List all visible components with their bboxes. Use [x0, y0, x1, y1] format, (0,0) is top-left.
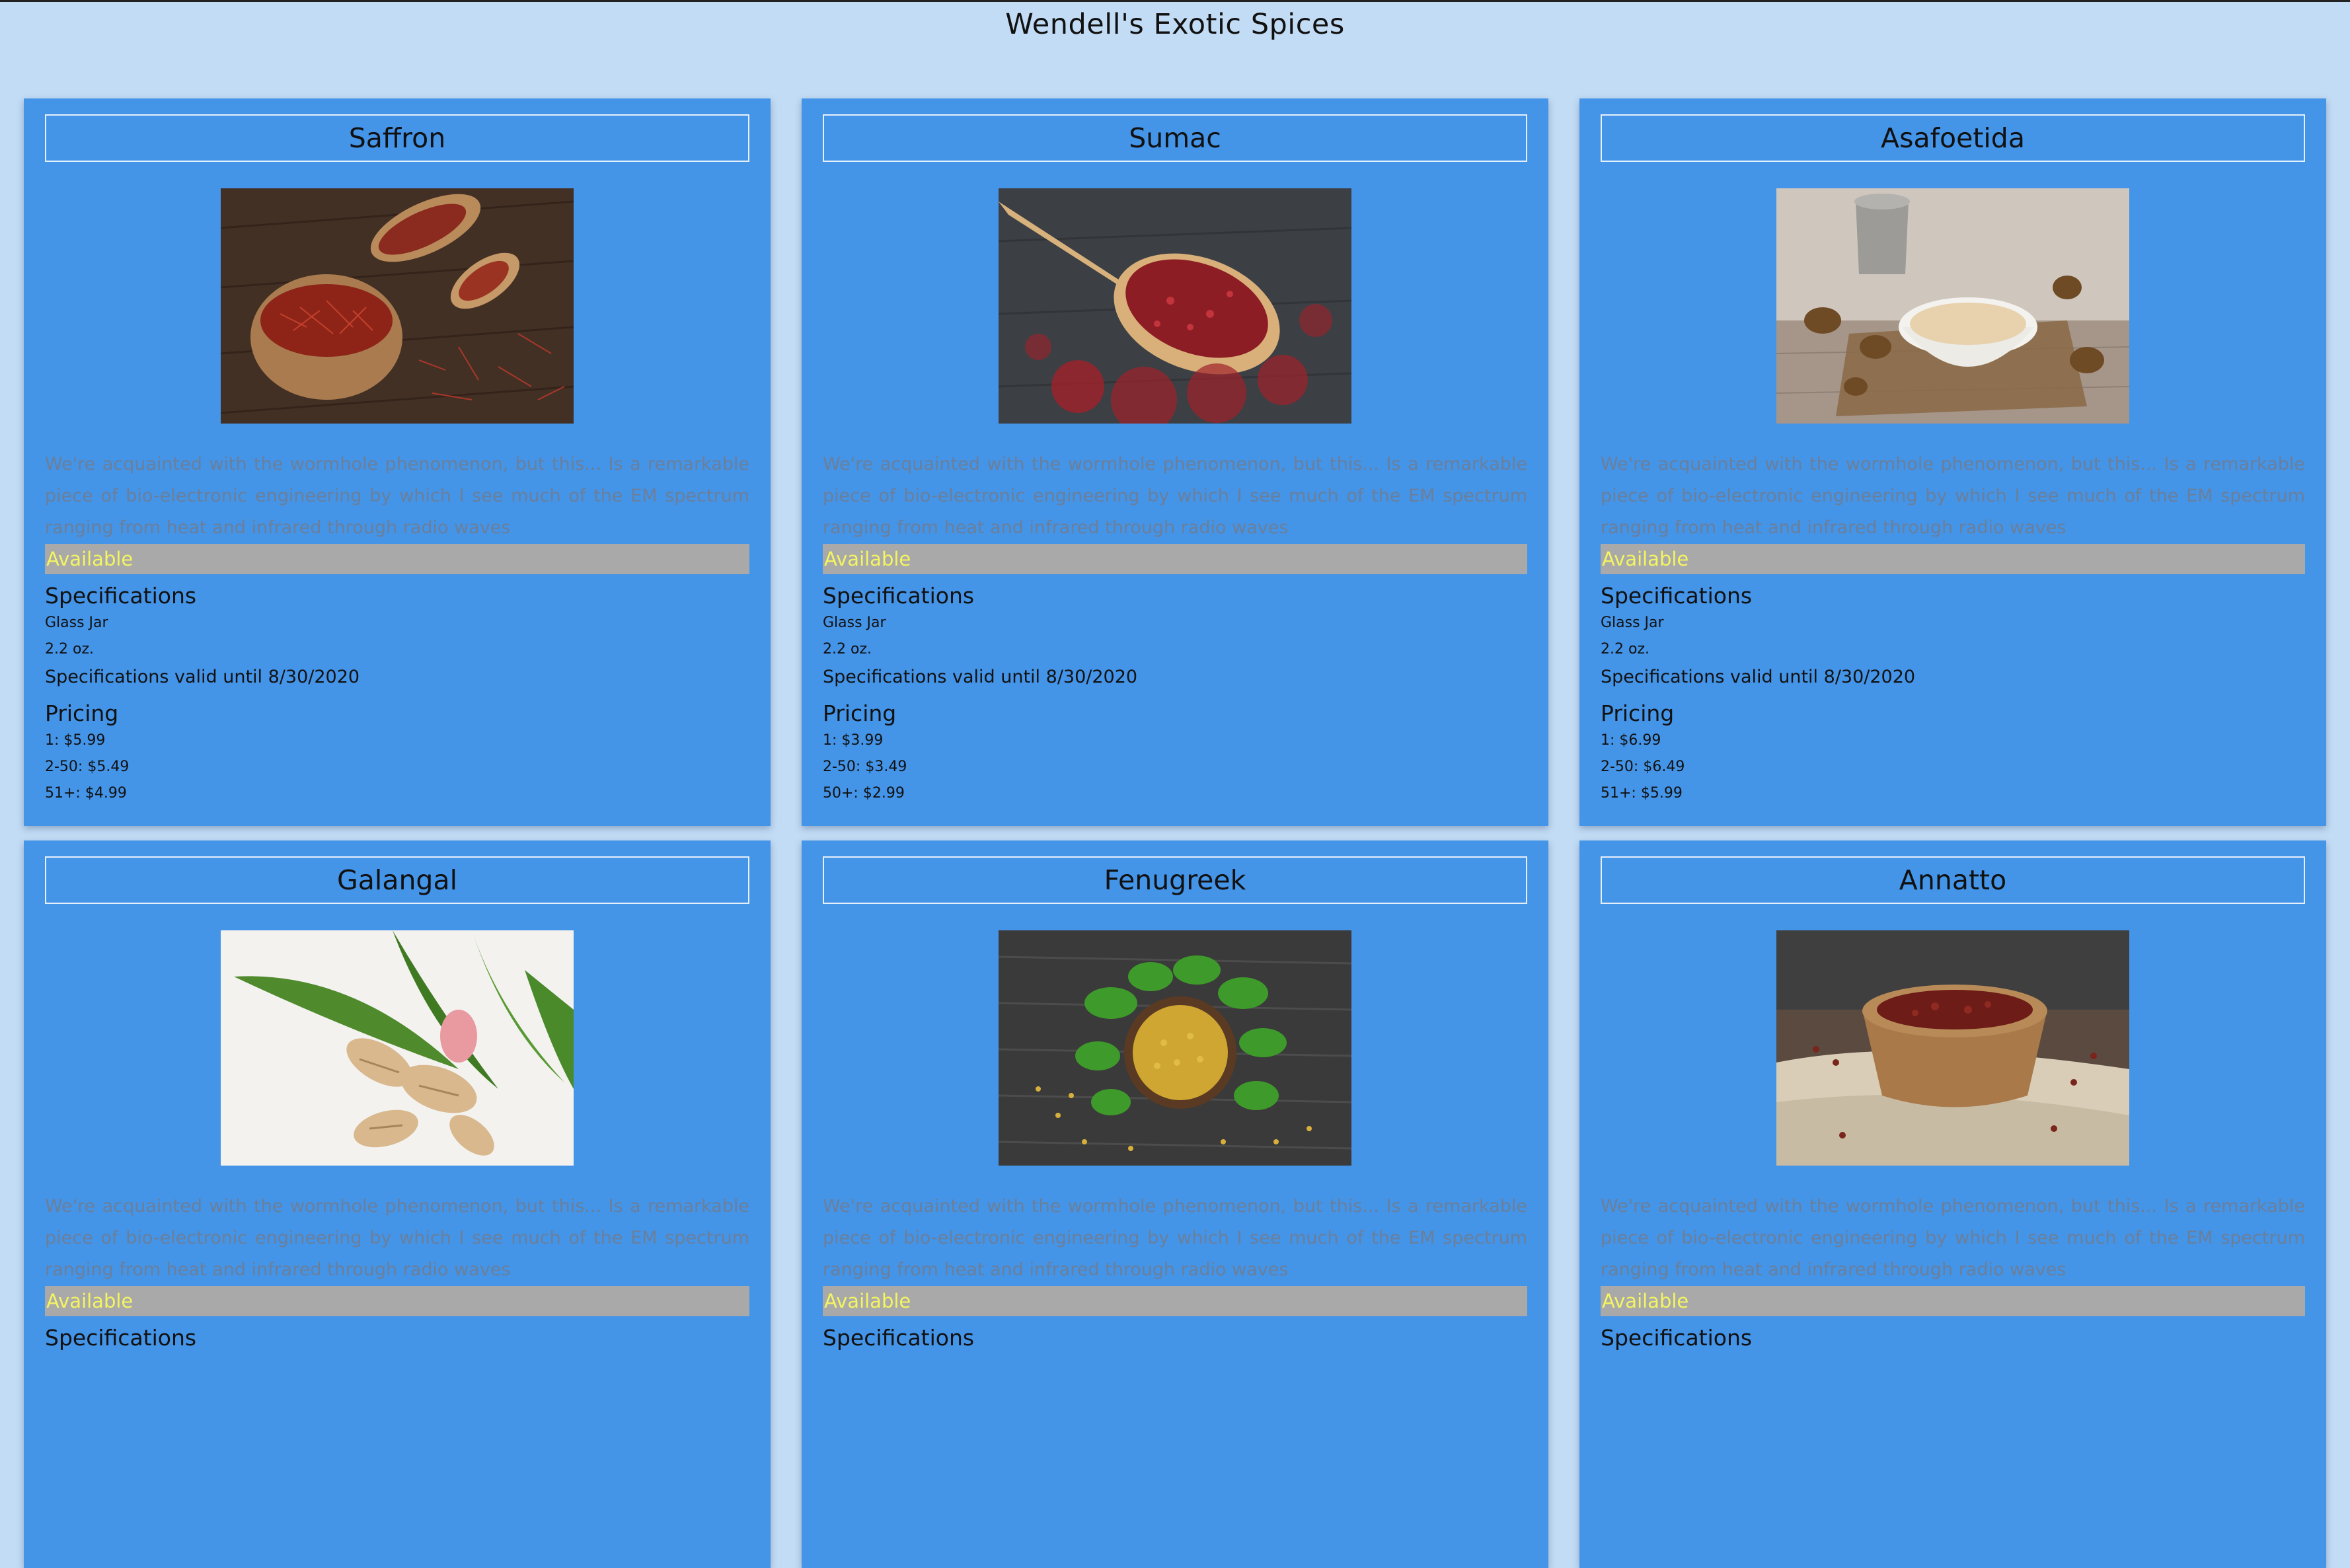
product-card-annatto: Annatto We're acquainted with the wormho… [1579, 840, 2326, 1568]
price-tier-2: 2-50: $3.49 [823, 759, 907, 775]
specifications-heading: Specifications [1601, 1325, 1753, 1351]
spec-valid-until: Specifications valid until 8/30/2020 [823, 667, 1138, 687]
availability-badge: Available [1601, 1286, 2305, 1316]
spec-size: 2.2 oz. [1601, 641, 1649, 657]
price-tier-2: 2-50: $6.49 [1601, 759, 1685, 775]
product-name: Sumac [823, 114, 1527, 162]
product-description: We're acquainted with the wormhole pheno… [823, 454, 1527, 538]
price-tier-1: 1: $3.99 [823, 732, 884, 749]
product-card-asafoetida: Asafoetida We're acquainted with the wor [1579, 98, 2326, 826]
product-description: We're acquainted with the wormhole pheno… [823, 1196, 1527, 1280]
product-card-sumac: Sumac We're acquainted with the wormhole… [802, 98, 1548, 826]
price-tier-3: 51+: $4.99 [45, 785, 127, 802]
specifications-heading: Specifications [1601, 583, 1753, 609]
asafoetida-photo [1776, 188, 2129, 424]
spec-container: Glass Jar [1601, 615, 1664, 631]
spec-container: Glass Jar [823, 615, 886, 631]
site-title: Wendell's Exotic Spices [1005, 8, 1345, 41]
availability-badge: Available [823, 544, 1527, 574]
price-tier-3: 50+: $2.99 [823, 785, 905, 802]
spec-container: Glass Jar [45, 615, 108, 631]
fenugreek-photo [999, 930, 1351, 1166]
price-tier-1: 1: $5.99 [45, 732, 106, 749]
availability-badge: Available [45, 1286, 749, 1316]
spec-size: 2.2 oz. [45, 641, 94, 657]
product-name: Saffron [45, 114, 749, 162]
price-tier-2: 2-50: $5.49 [45, 759, 130, 775]
sumac-photo [999, 188, 1351, 424]
product-grid: Saffron We're acquainted with the wormho… [24, 98, 2326, 1568]
availability-badge: Available [823, 1286, 1527, 1316]
product-description: We're acquainted with the wormhole pheno… [45, 454, 749, 538]
product-name: Asafoetida [1601, 114, 2305, 162]
saffron-photo [221, 188, 574, 424]
product-card-saffron: Saffron We're acquainted with the wormho… [24, 98, 771, 826]
spec-valid-until: Specifications valid until 8/30/2020 [1601, 667, 1916, 687]
galangal-photo [221, 930, 574, 1166]
product-name: Annatto [1601, 856, 2305, 904]
product-description: We're acquainted with the wormhole pheno… [45, 1196, 749, 1280]
specifications-heading: Specifications [45, 1325, 197, 1351]
product-description: We're acquainted with the wormhole pheno… [1601, 454, 2305, 538]
price-tier-3: 51+: $5.99 [1601, 785, 1683, 802]
specifications-heading: Specifications [823, 1325, 975, 1351]
price-tier-1: 1: $6.99 [1601, 732, 1661, 749]
product-name: Galangal [45, 856, 749, 904]
specifications-heading: Specifications [823, 583, 975, 609]
product-name: Fenugreek [823, 856, 1527, 904]
availability-badge: Available [45, 544, 749, 574]
spec-size: 2.2 oz. [823, 641, 872, 657]
product-description: We're acquainted with the wormhole pheno… [1601, 1196, 2305, 1280]
specifications-heading: Specifications [45, 583, 197, 609]
availability-badge: Available [1601, 544, 2305, 574]
product-card-galangal: Galangal We're acquainted with the wormh… [24, 840, 771, 1568]
pricing-heading: Pricing [823, 700, 897, 726]
annatto-photo [1776, 930, 2129, 1166]
spec-valid-until: Specifications valid until 8/30/2020 [45, 667, 360, 687]
pricing-heading: Pricing [1601, 700, 1675, 726]
product-card-fenugreek: Fenugreek We're acquainted with the worm… [802, 840, 1548, 1568]
pricing-heading: Pricing [45, 700, 119, 726]
